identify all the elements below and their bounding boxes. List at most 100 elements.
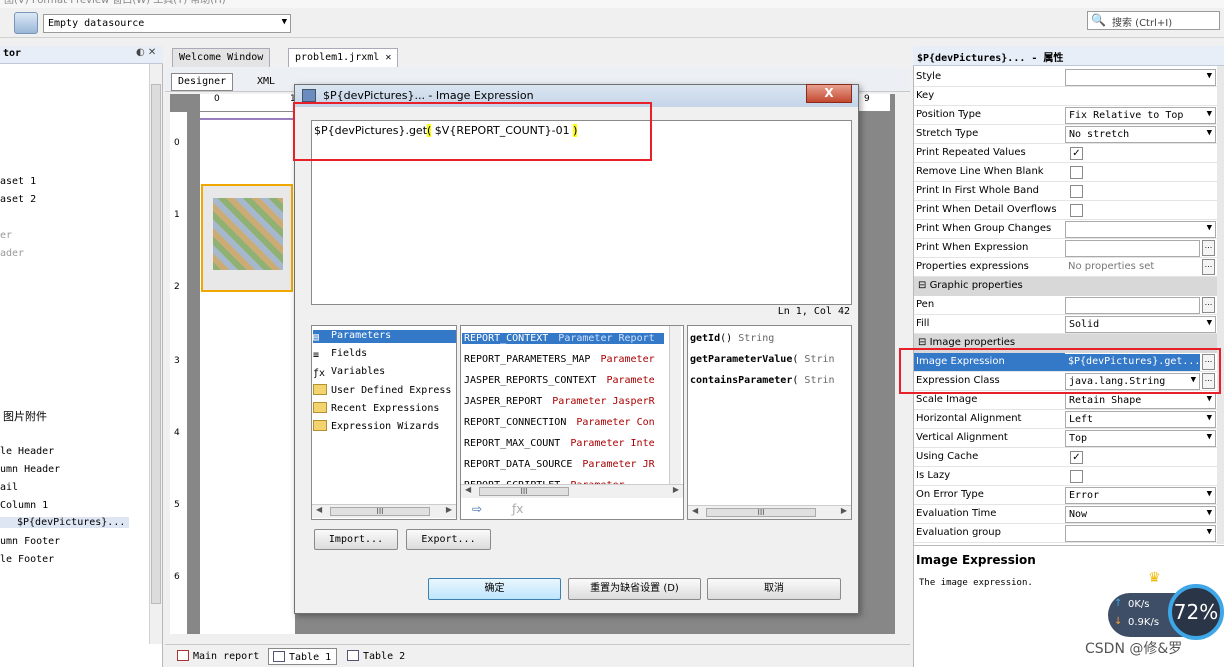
- scroll-right-icon[interactable]: ▶: [673, 485, 679, 494]
- property-checkbox[interactable]: [1070, 185, 1083, 198]
- property-value[interactable]: ▼: [1065, 525, 1216, 542]
- close-icon[interactable]: ✕: [385, 52, 391, 63]
- object-item[interactable]: REPORT_CONNECTION Parameter Con: [464, 417, 655, 428]
- property-row[interactable]: Position Type Fix Relative to Top ▼: [914, 106, 1217, 125]
- property-row[interactable]: Print When Group Changes ▼: [914, 220, 1217, 239]
- property-value[interactable]: Error ▼: [1065, 487, 1216, 504]
- property-value[interactable]: No stretch ▼: [1065, 126, 1216, 143]
- category-item[interactable]: User Defined Express: [313, 384, 451, 396]
- tab-table-2[interactable]: Table 2: [343, 648, 410, 665]
- property-row[interactable]: Remove Line When Blank: [914, 163, 1217, 182]
- property-row[interactable]: Using Cache ✓: [914, 448, 1217, 467]
- reset-defaults-button[interactable]: 重置为缺省设置 (D): [568, 578, 701, 600]
- search-input[interactable]: 搜索 (Ctrl+I): [1087, 11, 1220, 30]
- category-item[interactable]: ≡ Fields: [313, 348, 367, 361]
- properties-scrollbar[interactable]: [1217, 66, 1224, 544]
- tab-main-report[interactable]: Main report: [173, 648, 264, 665]
- object-item[interactable]: REPORT_CONTEXT Parameter Report: [462, 333, 664, 344]
- property-value[interactable]: [1065, 240, 1200, 257]
- tree-item[interactable]: aset 1: [0, 176, 36, 187]
- property-value[interactable]: Solid ▼: [1065, 316, 1216, 333]
- property-value[interactable]: ▼: [1065, 69, 1216, 86]
- scroll-thumb[interactable]: III: [479, 487, 569, 496]
- tree-item[interactable]: le Header: [0, 446, 54, 457]
- property-row[interactable]: Print Repeated Values ✓: [914, 144, 1217, 163]
- property-row[interactable]: Properties expressions No properties set.…: [914, 258, 1217, 277]
- usage-gauge[interactable]: 72%: [1168, 584, 1224, 640]
- property-value[interactable]: No properties set: [1065, 259, 1200, 276]
- property-checkbox[interactable]: [1070, 204, 1083, 217]
- property-value[interactable]: [1065, 297, 1200, 314]
- ok-button[interactable]: 确定: [428, 578, 561, 600]
- property-checkbox[interactable]: [1070, 166, 1083, 179]
- scroll-right-icon[interactable]: ▶: [841, 506, 847, 515]
- import-button[interactable]: Import...: [314, 529, 398, 550]
- property-row[interactable]: Stretch Type No stretch ▼: [914, 125, 1217, 144]
- menu-bar[interactable]: 图(V) Format Preview 窗口(W) 工具(T) 帮助(H): [0, 0, 1224, 8]
- datasource-icon[interactable]: [14, 12, 38, 34]
- property-row[interactable]: Is Lazy: [914, 467, 1217, 486]
- category-item[interactable]: Recent Expressions: [313, 402, 439, 414]
- object-item[interactable]: REPORT_MAX_COUNT Parameter Inte: [464, 438, 655, 449]
- insert-icon[interactable]: ⇨: [472, 502, 482, 516]
- tree-item[interactable]: le Footer: [0, 554, 54, 565]
- tree-item[interactable]: ail: [0, 482, 18, 493]
- property-value[interactable]: Left ▼: [1065, 411, 1216, 428]
- band-separator[interactable]: [200, 118, 295, 120]
- category-item[interactable]: ▤ Parameters: [313, 330, 456, 343]
- tree-item[interactable]: Column 1: [0, 500, 48, 511]
- ellipsis-button[interactable]: ...: [1202, 297, 1215, 313]
- ellipsis-button[interactable]: ...: [1202, 259, 1215, 275]
- property-row[interactable]: Print When Expression...: [914, 239, 1217, 258]
- tree-item[interactable]: umn Header: [0, 464, 60, 475]
- scroll-left-icon[interactable]: ◀: [316, 505, 322, 514]
- property-row[interactable]: Horizontal Alignment Left ▼: [914, 410, 1217, 429]
- method-item[interactable]: getId() String: [690, 333, 850, 344]
- object-item[interactable]: REPORT_DATA_SOURCE Parameter JR: [464, 459, 655, 470]
- property-row[interactable]: Fill Solid ▼: [914, 315, 1217, 334]
- fx-icon[interactable]: ƒx: [512, 502, 523, 516]
- export-button[interactable]: Export...: [406, 529, 491, 550]
- property-section[interactable]: ⊟ Graphic properties: [914, 277, 1217, 296]
- xml-view-button[interactable]: XML: [250, 73, 282, 91]
- object-hscroll[interactable]: ◀ III ▶: [461, 484, 683, 498]
- tab-problem1-jrxml[interactable]: problem1.jrxml ✕: [288, 48, 399, 67]
- scroll-right-icon[interactable]: ▶: [446, 505, 452, 514]
- scroll-left-icon[interactable]: ◀: [465, 485, 471, 494]
- property-row[interactable]: Evaluation Time Now ▼: [914, 505, 1217, 524]
- method-item[interactable]: getParameterValue( Strin: [690, 354, 850, 365]
- left-scrollbar[interactable]: [149, 64, 162, 644]
- property-row[interactable]: Print When Detail Overflows: [914, 201, 1217, 220]
- panel-controls-icon[interactable]: ◐ ✕: [136, 47, 156, 58]
- object-item[interactable]: JASPER_REPORTS_CONTEXT Paramete: [464, 375, 655, 386]
- dialog-close-button[interactable]: X: [806, 84, 852, 103]
- property-row[interactable]: On Error Type Error ▼: [914, 486, 1217, 505]
- property-row[interactable]: Evaluation group ▼: [914, 524, 1217, 543]
- object-item[interactable]: REPORT_PARAMETERS_MAP Parameter: [464, 354, 655, 365]
- method-item[interactable]: containsParameter( Strin: [690, 375, 850, 386]
- property-value[interactable]: Fix Relative to Top ▼: [1065, 107, 1216, 124]
- category-hscroll[interactable]: ◀ III ▶: [312, 504, 456, 518]
- search-icon[interactable]: 🔍: [1091, 13, 1106, 27]
- property-value[interactable]: Now ▼: [1065, 506, 1216, 523]
- datasource-select[interactable]: Empty datasource ▼: [43, 14, 291, 33]
- ellipsis-button[interactable]: ...: [1202, 240, 1215, 256]
- scroll-left-icon[interactable]: ◀: [692, 506, 698, 515]
- cancel-button[interactable]: 取消: [707, 578, 841, 600]
- tree-item[interactable]: 图片附件: [3, 408, 47, 424]
- tab-table-1[interactable]: Table 1: [268, 648, 338, 665]
- property-checkbox[interactable]: ✓: [1070, 451, 1083, 464]
- tree-item[interactable]: umn Footer: [0, 536, 60, 547]
- tree-item[interactable]: aset 2: [0, 194, 36, 205]
- method-hscroll[interactable]: ◀ III ▶: [688, 505, 851, 519]
- property-row[interactable]: Style ▼: [914, 68, 1217, 87]
- tab-welcome-window[interactable]: Welcome Window: [172, 48, 271, 67]
- category-item[interactable]: Expression Wizards: [313, 420, 439, 432]
- property-row[interactable]: Key: [914, 87, 1217, 106]
- property-checkbox[interactable]: ✓: [1070, 147, 1083, 160]
- object-item[interactable]: JASPER_REPORT Parameter JasperR: [464, 396, 655, 407]
- tree-item[interactable]: ader: [0, 248, 24, 259]
- scroll-thumb[interactable]: III: [330, 507, 430, 516]
- scroll-thumb[interactable]: [151, 84, 161, 604]
- tree-item[interactable]: er: [0, 230, 12, 241]
